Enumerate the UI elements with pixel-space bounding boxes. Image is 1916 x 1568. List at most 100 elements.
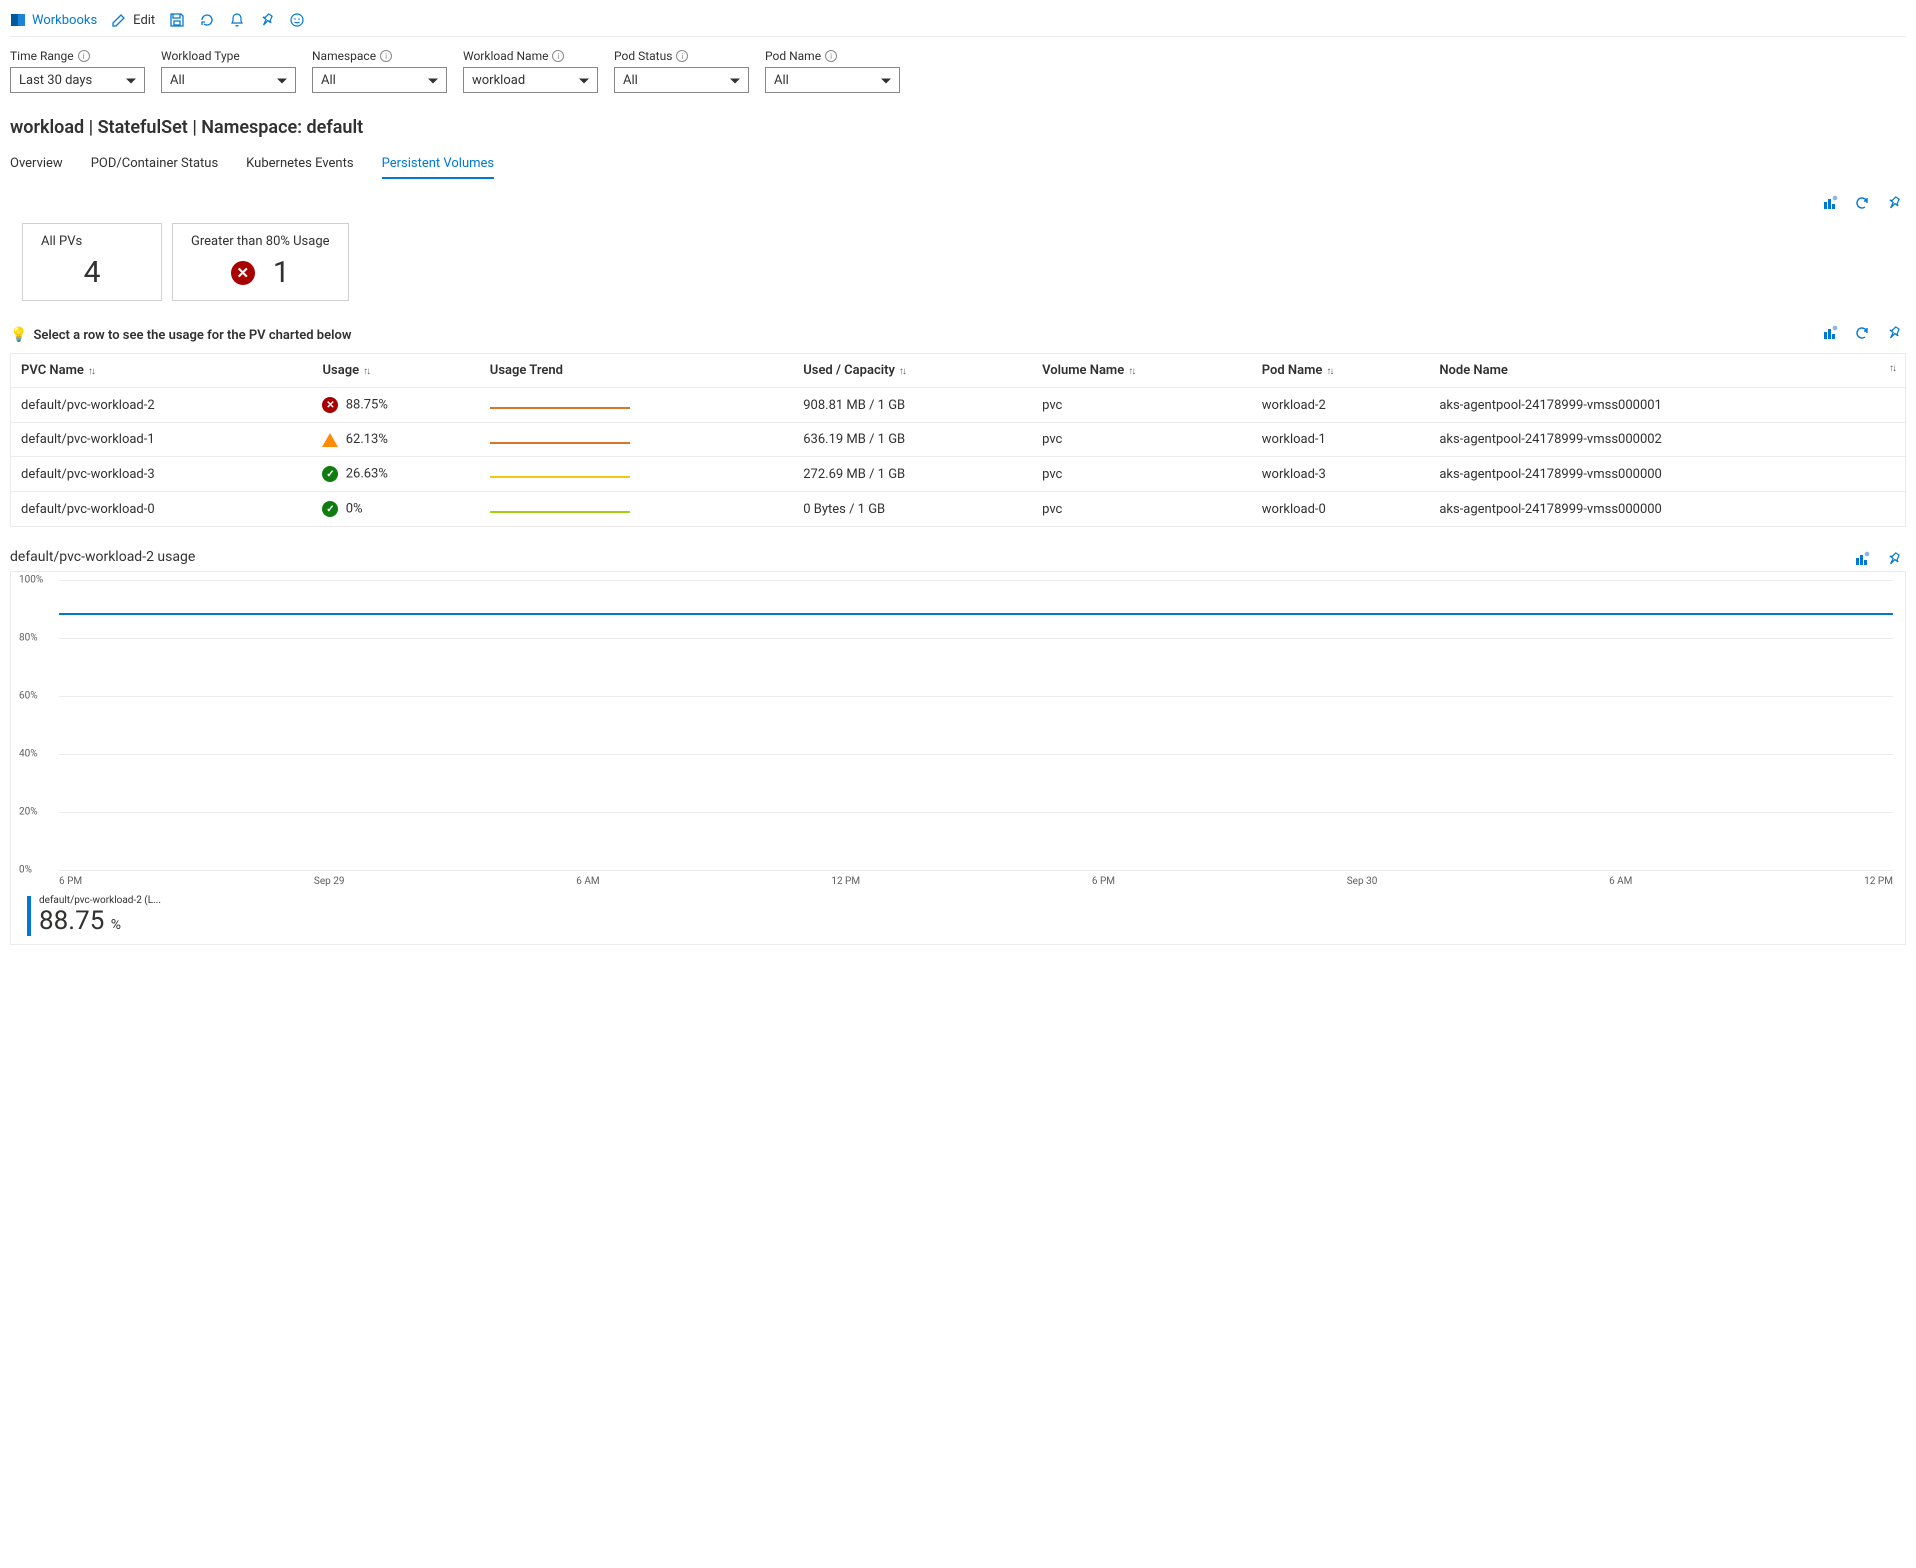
chart-gridline	[59, 754, 1893, 755]
cell-pvc-name: default/pvc-workload-1	[11, 423, 313, 457]
col-usage-trend[interactable]: Usage Trend	[480, 354, 793, 388]
cell-node-name: aks-agentpool-24178999-vmss000002	[1429, 423, 1905, 457]
refresh-icon[interactable]	[199, 12, 215, 28]
lightbulb-icon: 💡	[10, 327, 27, 343]
pin-icon[interactable]	[259, 12, 275, 28]
cell-pvc-name: default/pvc-workload-0	[11, 492, 313, 527]
filter-label: Time Rangei	[10, 49, 145, 63]
cell-usage-trend	[480, 423, 793, 457]
table-header-row: PVC Name↑↓ Usage↑↓ Usage Trend Used / Ca…	[11, 354, 1906, 388]
tab-persistent-volumes[interactable]: Persistent Volumes	[382, 150, 495, 179]
table-actions	[1822, 325, 1906, 341]
info-icon: i	[676, 50, 688, 62]
cell-node-name: aks-agentpool-24178999-vmss000000	[1429, 492, 1905, 527]
chart-gridline	[59, 696, 1893, 697]
warning-icon	[322, 433, 338, 447]
cell-pvc-name: default/pvc-workload-3	[11, 457, 313, 492]
card-all-pvs[interactable]: All PVs 4	[22, 223, 162, 301]
undo-icon[interactable]	[1854, 195, 1870, 211]
feedback-icon[interactable]	[289, 12, 305, 28]
log-analytics-icon[interactable]	[1822, 325, 1838, 341]
workbooks-icon	[10, 12, 26, 28]
filter-label: Workload Namei	[463, 49, 598, 63]
workload-type-select[interactable]: All	[161, 67, 296, 93]
sort-icon: ↑↓	[88, 366, 94, 377]
table-row[interactable]: default/pvc-workload-2✕ 88.75%908.81 MB …	[11, 388, 1906, 423]
alert-icon[interactable]	[229, 12, 245, 28]
time-range-select[interactable]: Last 30 days	[10, 67, 145, 93]
cell-volume-name: pvc	[1032, 388, 1252, 423]
chart-x-tick: 6 AM	[1609, 876, 1632, 887]
filter-label: Workload Type	[161, 49, 296, 63]
cell-usage: ✓ 0%	[312, 492, 479, 527]
filter-label: Pod Namei	[765, 49, 900, 63]
filter-workload-name: Workload Namei workload	[463, 49, 598, 93]
col-volume-name[interactable]: Volume Name↑↓	[1032, 354, 1252, 388]
pv-table: PVC Name↑↓ Usage↑↓ Usage Trend Used / Ca…	[10, 353, 1906, 527]
chart-y-tick: 0%	[19, 865, 32, 876]
filter-namespace: Namespacei All	[312, 49, 447, 93]
tab-bar: Overview POD/Container Status Kubernetes…	[10, 150, 1906, 179]
chart-gridline	[59, 812, 1893, 813]
chart-legend: default/pvc-workload-2 (L... 88.75 %	[15, 887, 1901, 936]
pin-icon[interactable]	[1886, 325, 1902, 341]
page-title: workload | StatefulSet | Namespace: defa…	[10, 99, 1906, 150]
sort-icon: ↑↓	[899, 366, 905, 377]
filter-label: Pod Statusi	[614, 49, 749, 63]
sort-icon: ↑↓	[1128, 366, 1134, 377]
error-icon: ✕	[322, 397, 338, 413]
cell-volume-name: pvc	[1032, 423, 1252, 457]
pencil-icon	[111, 12, 127, 28]
chart-gridline	[59, 638, 1893, 639]
chart-y-tick: 40%	[19, 749, 38, 760]
col-node-name[interactable]: Node Name↑↓	[1429, 354, 1905, 388]
pod-name-select[interactable]: All	[765, 67, 900, 93]
tab-overview[interactable]: Overview	[10, 150, 63, 179]
chart-y-tick: 60%	[19, 691, 38, 702]
cell-usage-trend	[480, 457, 793, 492]
trend-sparkline	[490, 476, 630, 478]
table-row[interactable]: default/pvc-workload-1 62.13%636.19 MB /…	[11, 423, 1906, 457]
cell-usage: ✕ 88.75%	[312, 388, 479, 423]
col-usage[interactable]: Usage↑↓	[312, 354, 479, 388]
card-label: All PVs	[41, 234, 143, 249]
pod-status-select[interactable]: All	[614, 67, 749, 93]
chart-y-tick: 100%	[19, 575, 43, 586]
legend-series-name: default/pvc-workload-2 (L...	[39, 895, 161, 906]
sort-icon: ↑↓	[1889, 363, 1895, 374]
chart-y-tick: 20%	[19, 807, 38, 818]
log-analytics-icon[interactable]	[1854, 551, 1870, 567]
workload-name-select[interactable]: workload	[463, 67, 598, 93]
edit-button[interactable]: Edit	[111, 12, 155, 28]
tab-kubernetes-events[interactable]: Kubernetes Events	[246, 150, 353, 179]
info-icon: i	[552, 50, 564, 62]
cell-used-capacity: 0 Bytes / 1 GB	[793, 492, 1032, 527]
top-toolbar: Workbooks Edit	[10, 8, 1906, 37]
summary-cards: All PVs 4 Greater than 80% Usage ✕ 1	[10, 215, 1906, 313]
cell-pod-name: workload-3	[1252, 457, 1430, 492]
col-pvc-name[interactable]: PVC Name↑↓	[11, 354, 313, 388]
info-icon: i	[78, 50, 90, 62]
log-analytics-icon[interactable]	[1822, 195, 1838, 211]
table-row[interactable]: default/pvc-workload-0✓ 0% 0 Bytes / 1 GB…	[11, 492, 1906, 527]
pin-icon[interactable]	[1886, 551, 1902, 567]
table-row[interactable]: default/pvc-workload-3✓ 26.63%272.69 MB …	[11, 457, 1906, 492]
error-icon: ✕	[231, 261, 255, 285]
tab-pod-status[interactable]: POD/Container Status	[91, 150, 218, 179]
card-label: Greater than 80% Usage	[191, 234, 330, 249]
col-pod-name[interactable]: Pod Name↑↓	[1252, 354, 1430, 388]
chart-gridline	[59, 870, 1893, 871]
save-icon[interactable]	[169, 12, 185, 28]
undo-icon[interactable]	[1854, 325, 1870, 341]
trend-sparkline	[490, 407, 630, 409]
chart-plot-area[interactable]: 100%80%60%40%20%0%	[59, 580, 1893, 870]
pin-icon[interactable]	[1886, 195, 1902, 211]
workbooks-button[interactable]: Workbooks	[10, 12, 97, 28]
filter-time-range: Time Rangei Last 30 days	[10, 49, 145, 93]
namespace-select[interactable]: All	[312, 67, 447, 93]
card-gt80[interactable]: Greater than 80% Usage ✕ 1	[172, 223, 349, 301]
cell-pod-name: workload-1	[1252, 423, 1430, 457]
col-used-capacity[interactable]: Used / Capacity↑↓	[793, 354, 1032, 388]
trend-sparkline	[490, 442, 630, 444]
chart-title: default/pvc-workload-2 usage	[10, 527, 195, 571]
